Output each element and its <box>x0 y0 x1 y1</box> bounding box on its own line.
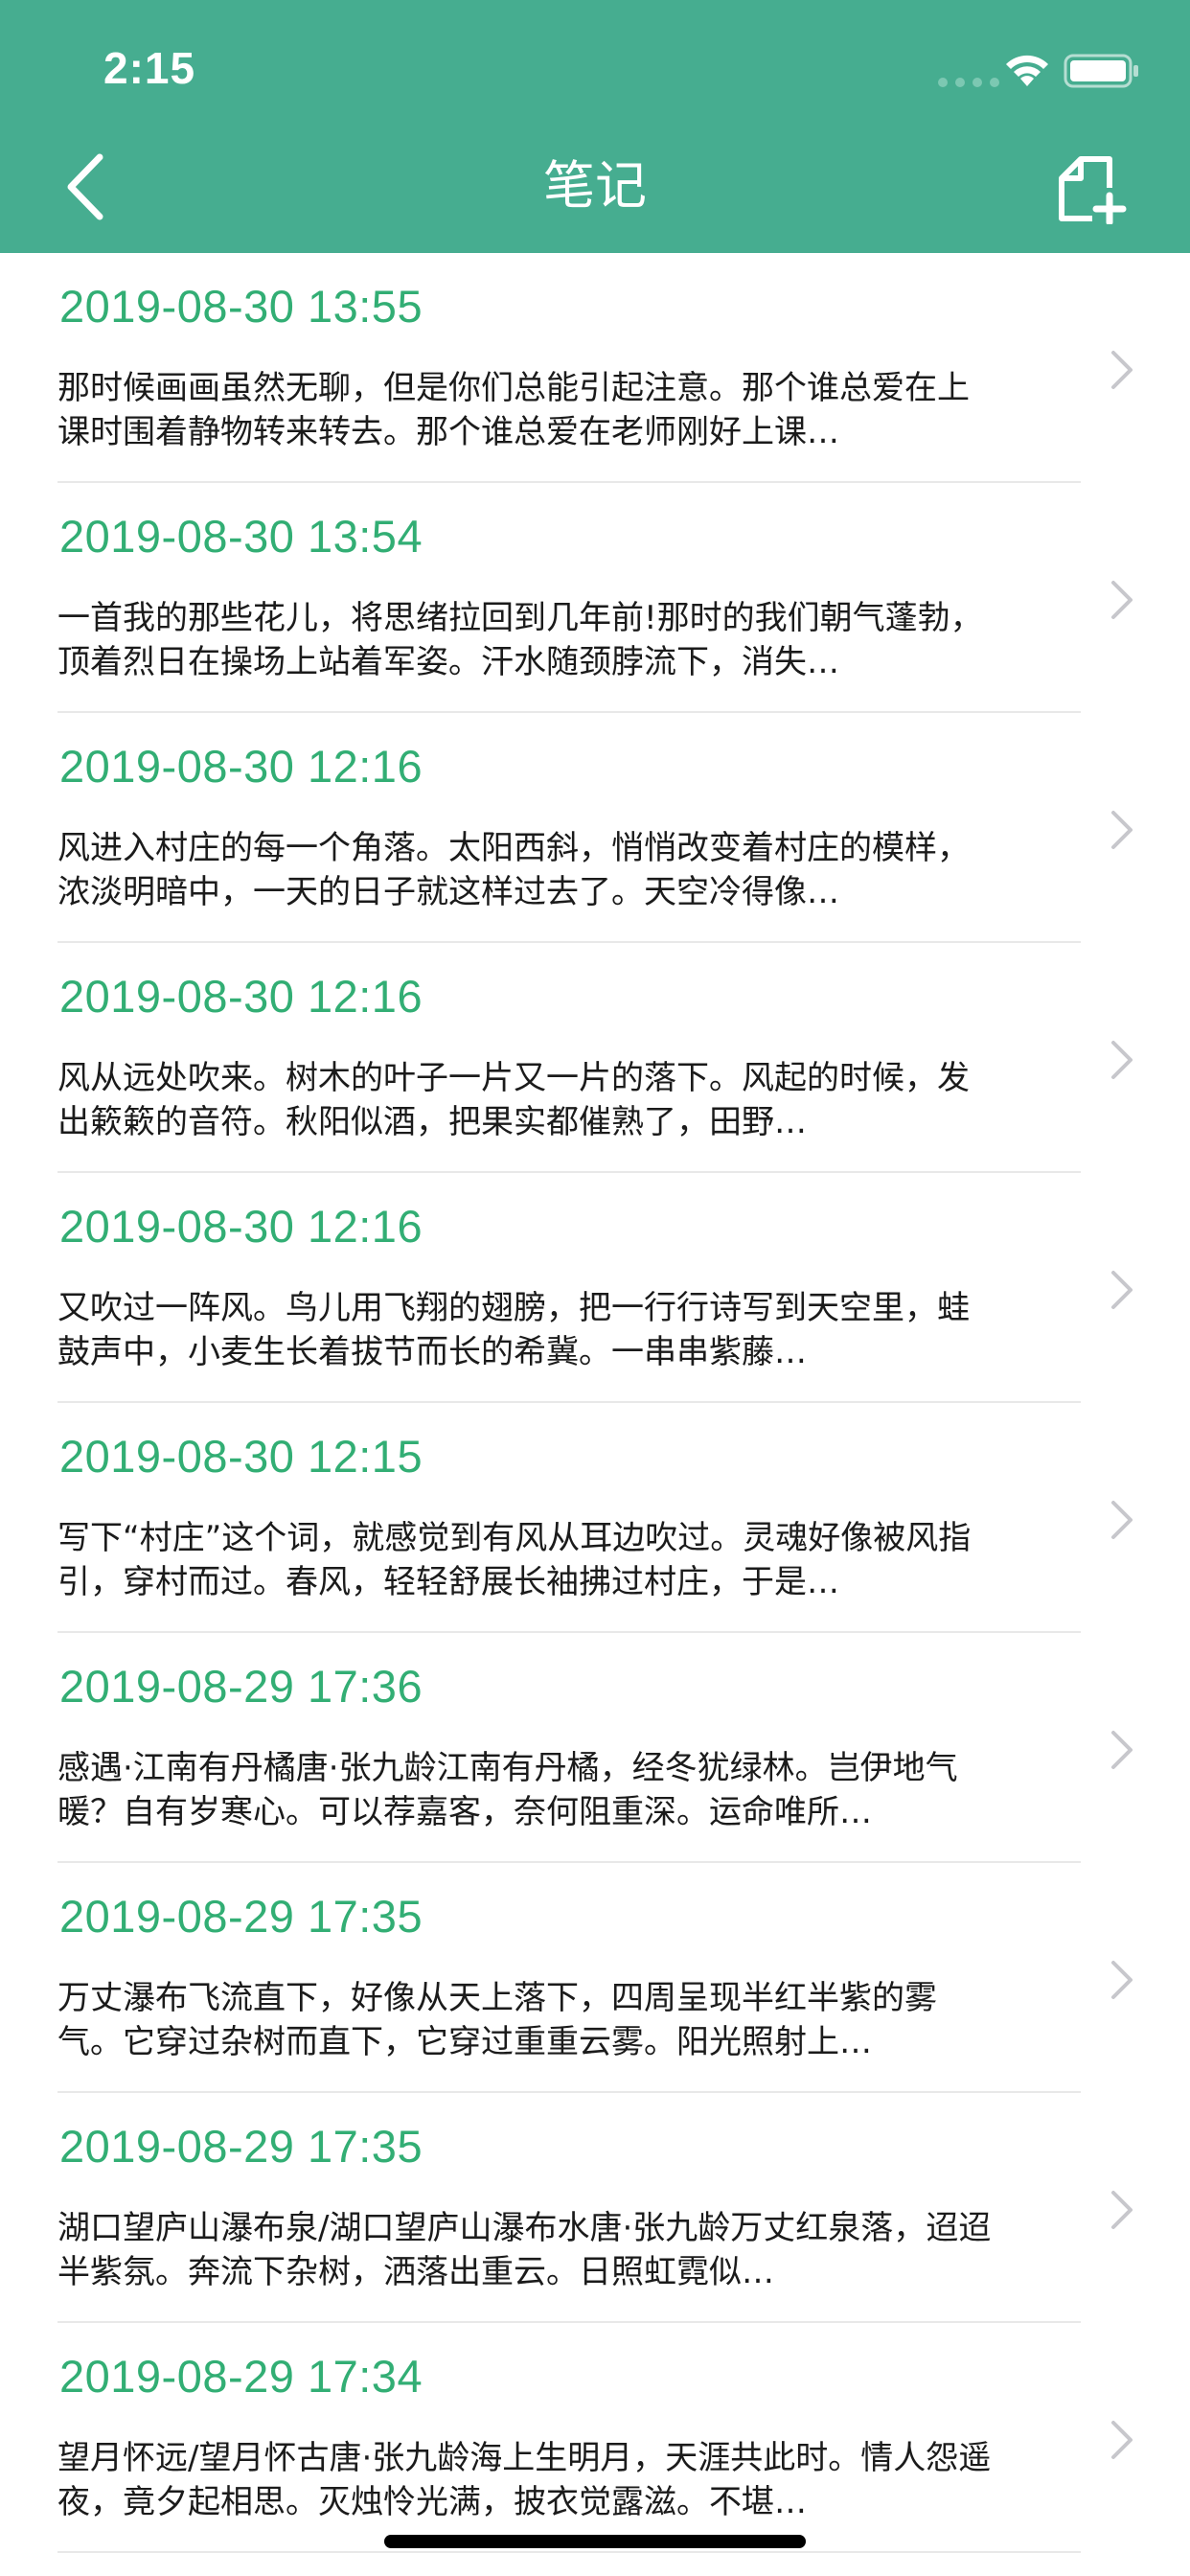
chevron-right-icon <box>1111 1041 1133 1079</box>
note-row[interactable]: 2019-08-30 12:16 又吹过一阵风。鸟儿用飞翔的翅膀，把一行行诗写到… <box>0 1173 1190 1403</box>
chevron-right-icon <box>1111 1731 1133 1769</box>
note-date: 2019-08-30 12:16 <box>59 971 423 1022</box>
note-preview: 望月怀远/望月怀古唐·张九龄海上生明月，天涯共此时。情人怨遥夜，竟夕起相思。灭烛… <box>57 2439 992 2521</box>
note-date: 2019-08-29 17:35 <box>59 2121 423 2172</box>
note-preview: 那时候画画虽然无聊，但是你们总能引起注意。那个谁总爱在上课时围着静物转来转去。那… <box>57 369 970 451</box>
chevron-right-icon <box>1111 1961 1133 1999</box>
note-row[interactable]: 2019-08-30 13:54 一首我的那些花儿，将思绪拉回到几年前!那时的我… <box>0 483 1190 713</box>
note-row[interactable]: 2019-08-30 12:16 风进入村庄的每一个角落。太阳西斜，悄悄改变着村… <box>0 713 1190 943</box>
note-date: 2019-08-30 12:16 <box>59 741 423 792</box>
page-title: 笔记 <box>543 155 647 216</box>
note-date: 2019-08-29 17:36 <box>59 1661 423 1712</box>
note-preview: 又吹过一阵风。鸟儿用飞翔的翅膀，把一行行诗写到天空里，蛙鼓声中，小麦生长着拔节而… <box>57 1289 970 1371</box>
note-row[interactable]: 2019-08-29 17:34 望月怀远/望月怀古唐·张九龄海上生明月，天涯共… <box>0 2323 1190 2553</box>
new-note-button[interactable] <box>1056 153 1127 226</box>
note-date: 2019-08-29 17:34 <box>59 2351 423 2402</box>
note-preview: 风从远处吹来。树木的叶子一片又一片的落下。风起的时候，发出簌簌的音符。秋阳似酒，… <box>57 1059 970 1141</box>
note-date: 2019-08-29 17:35 <box>59 1891 423 1942</box>
note-row[interactable]: 2019-08-30 12:15 写下“村庄”这个词，就感觉到有风从耳边吹过。灵… <box>0 1403 1190 1633</box>
wifi-icon <box>1006 55 1048 86</box>
chevron-right-icon <box>1111 2191 1133 2229</box>
note-preview: 感遇·江南有丹橘唐·张九龄江南有丹橘，经冬犹绿林。岂伊地气暖？自有岁寒心。可以荐… <box>57 1749 958 1831</box>
battery-icon <box>1064 54 1138 88</box>
chevron-right-icon <box>1111 1501 1133 1539</box>
note-preview: 风进入村庄的每一个角落。太阳西斜，悄悄改变着村庄的模样，浓淡明暗中，一天的日子就… <box>57 829 970 911</box>
note-date: 2019-08-30 12:15 <box>59 1431 423 1482</box>
note-row[interactable]: 2019-08-29 17:35 湖口望庐山瀑布泉/湖口望庐山瀑布水唐·张九龄万… <box>0 2093 1190 2323</box>
chevron-right-icon <box>1111 581 1133 619</box>
note-preview: 写下“村庄”这个词，就感觉到有风从耳边吹过。灵魂好像被风指引，穿村而过。春风，轻… <box>57 1519 972 1601</box>
signal-icon <box>938 78 999 87</box>
note-row[interactable]: 2019-08-30 13:55 那时候画画虽然无聊，但是你们总能引起注意。那个… <box>0 253 1190 483</box>
row-divider <box>57 2551 1081 2553</box>
note-row[interactable]: 2019-08-29 17:35 万丈瀑布飞流直下，好像从天上落下，四周呈现半红… <box>0 1863 1190 2093</box>
note-date: 2019-08-30 13:55 <box>59 281 423 332</box>
note-preview: 万丈瀑布飞流直下，好像从天上落下，四周呈现半红半紫的雾气。它穿过杂树而直下，它穿… <box>57 1979 937 2061</box>
chevron-right-icon <box>1111 811 1133 849</box>
new-note-icon <box>1059 156 1127 226</box>
chevron-right-icon <box>1111 1271 1133 1309</box>
note-row[interactable]: 2019-08-29 17:36 感遇·江南有丹橘唐·张九龄江南有丹橘，经冬犹绿… <box>0 1633 1190 1863</box>
notes-screen: 2:15 笔记 2019-08-30 13:55 那时候画画虽然无聊，但是你们总… <box>0 0 1190 2576</box>
chevron-right-icon <box>1111 2421 1133 2459</box>
note-date: 2019-08-30 12:16 <box>59 1201 423 1252</box>
note-list: 2019-08-30 13:55 那时候画画虽然无聊，但是你们总能引起注意。那个… <box>0 253 1190 2576</box>
home-indicator[interactable] <box>384 2535 806 2548</box>
note-row[interactable]: 2019-08-30 12:16 风从远处吹来。树木的叶子一片又一片的落下。风起… <box>0 943 1190 1173</box>
header: 2:15 笔记 <box>0 0 1190 253</box>
status-time: 2:15 <box>103 43 196 93</box>
note-preview: 一首我的那些花儿，将思绪拉回到几年前!那时的我们朝气蓬勃，顶着烈日在操场上站着军… <box>57 599 983 681</box>
note-date: 2019-08-30 13:54 <box>59 511 423 562</box>
chevron-right-icon <box>1111 351 1133 389</box>
note-preview: 湖口望庐山瀑布泉/湖口望庐山瀑布水唐·张九龄万丈红泉落，迢迢半紫氛。奔流下杂树，… <box>57 2209 992 2291</box>
